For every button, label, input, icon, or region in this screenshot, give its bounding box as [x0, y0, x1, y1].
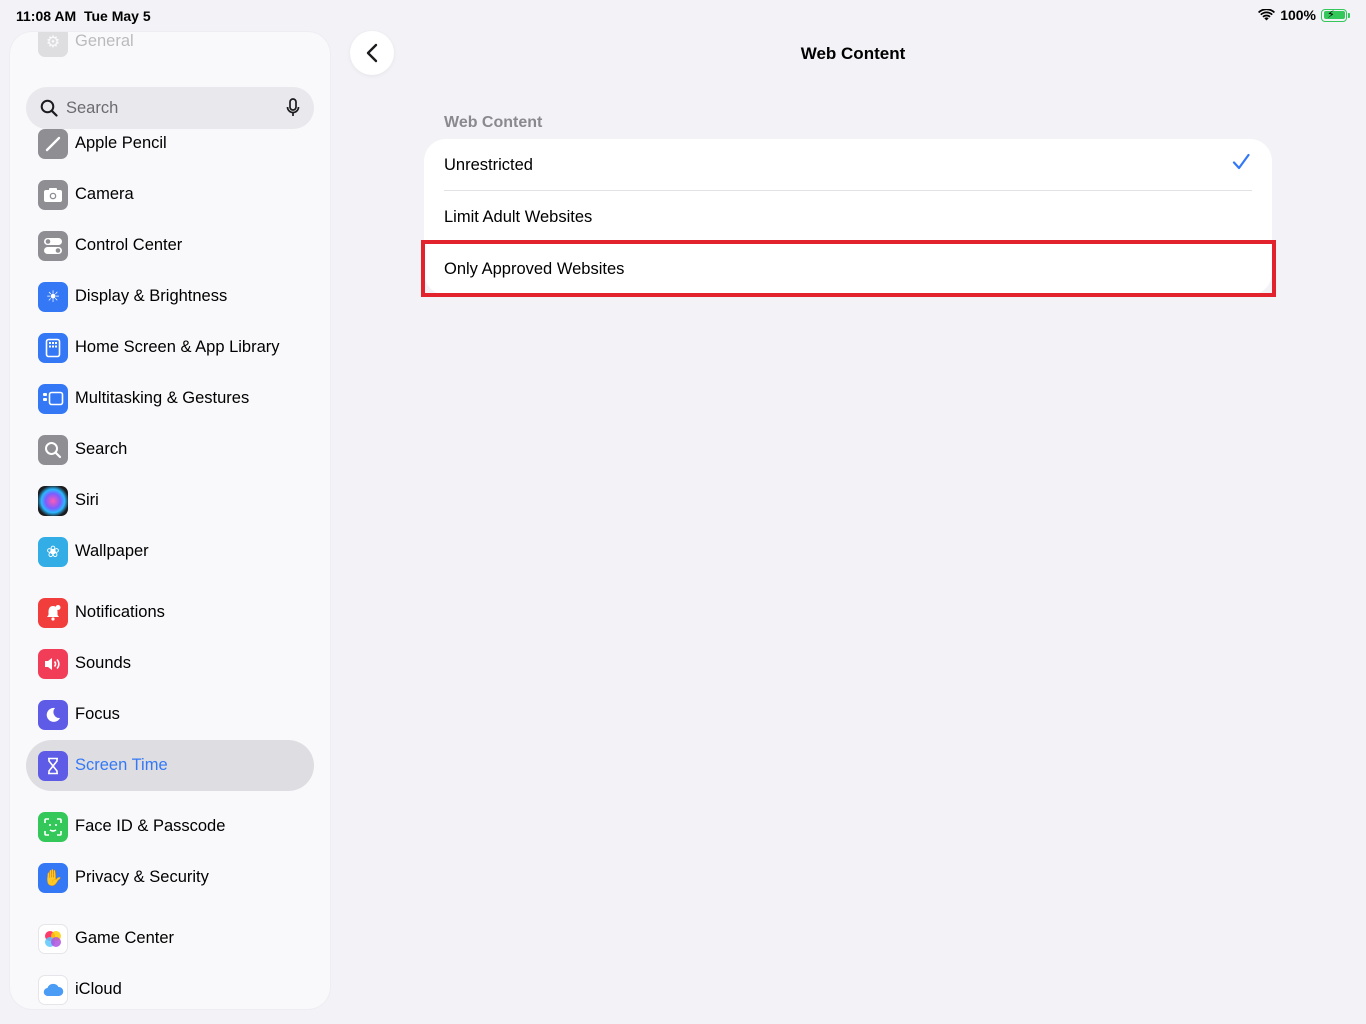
game-center-icon: [38, 923, 68, 954]
highlight-box: [421, 240, 1276, 297]
flower-icon: ❀: [38, 536, 68, 567]
sidebar-item-sounds[interactable]: Sounds: [26, 638, 314, 689]
speaker-icon: [38, 648, 68, 679]
sidebar-item-wallpaper[interactable]: ❀ Wallpaper: [26, 526, 314, 577]
sun-icon: ☀: [38, 281, 68, 312]
microphone-icon[interactable]: [286, 98, 300, 118]
sidebar-item-camera[interactable]: Camera: [26, 169, 314, 220]
sidebar-item-control-center[interactable]: Control Center: [26, 220, 314, 271]
sidebar-item-game-center[interactable]: Game Center: [26, 913, 314, 964]
magnifier-icon: [38, 434, 68, 465]
sidebar-item-general[interactable]: ⚙ General: [26, 32, 314, 67]
battery-percent: 100%: [1280, 7, 1316, 23]
gear-icon: ⚙: [38, 32, 68, 57]
sidebar-item-notifications[interactable]: Notifications: [26, 587, 314, 638]
checkmark-icon: [1232, 153, 1250, 170]
toggles-icon: [38, 230, 68, 261]
cloud-icon: [38, 974, 68, 1005]
sidebar-item-privacy[interactable]: ✋ Privacy & Security: [26, 852, 314, 903]
sidebar-item-display-brightness[interactable]: ☀ Display & Brightness: [26, 271, 314, 322]
page-title: Web Content: [800, 44, 906, 63]
battery-icon: ⚡: [1321, 8, 1347, 22]
option-label: Unrestricted: [444, 155, 533, 174]
sidebar-item-screen-time[interactable]: Screen Time: [26, 740, 314, 791]
sidebar-item-focus[interactable]: Focus: [26, 689, 314, 740]
option-limit-adult-websites[interactable]: Limit Adult Websites: [424, 191, 1272, 243]
option-label: Limit Adult Websites: [444, 207, 593, 226]
sidebar-item-siri[interactable]: Siri: [26, 475, 314, 526]
status-bar: 11:08 AM Tue May 5 100% ⚡: [0, 0, 1366, 32]
status-indicators: 100% ⚡: [1258, 7, 1350, 23]
back-button[interactable]: [350, 31, 394, 75]
wifi-icon: [1258, 9, 1276, 21]
hourglass-icon: [38, 750, 68, 781]
hand-icon: ✋: [38, 862, 68, 893]
sidebar-item-apple-pencil[interactable]: Apple Pencil: [26, 118, 314, 169]
sidebar-item-icloud[interactable]: iCloud: [26, 964, 314, 1009]
moon-icon: [38, 699, 68, 730]
search-icon: [40, 99, 58, 117]
status-time: 11:08 AM Tue May 5: [16, 8, 151, 24]
home-screen-icon: [38, 332, 68, 363]
section-header: Web Content: [444, 114, 543, 131]
sidebar-item-search[interactable]: Search: [26, 424, 314, 475]
siri-icon: [38, 485, 68, 516]
settings-sidebar[interactable]: ⚙ General Search Apple Pencil Camera Con…: [10, 32, 330, 1009]
chevron-left-icon: [366, 43, 378, 63]
multitasking-icon: [38, 383, 68, 414]
sidebar-item-face-id[interactable]: Face ID & Passcode: [26, 801, 314, 852]
sidebar-item-home-screen[interactable]: Home Screen & App Library: [26, 322, 314, 373]
pencil-icon: [38, 128, 68, 159]
option-unrestricted[interactable]: Unrestricted: [424, 139, 1272, 191]
bell-icon: [38, 597, 68, 628]
search-placeholder: Search: [66, 98, 119, 117]
camera-icon: [38, 179, 68, 210]
sidebar-item-multitasking[interactable]: Multitasking & Gestures: [26, 373, 314, 424]
face-id-icon: [38, 811, 68, 842]
